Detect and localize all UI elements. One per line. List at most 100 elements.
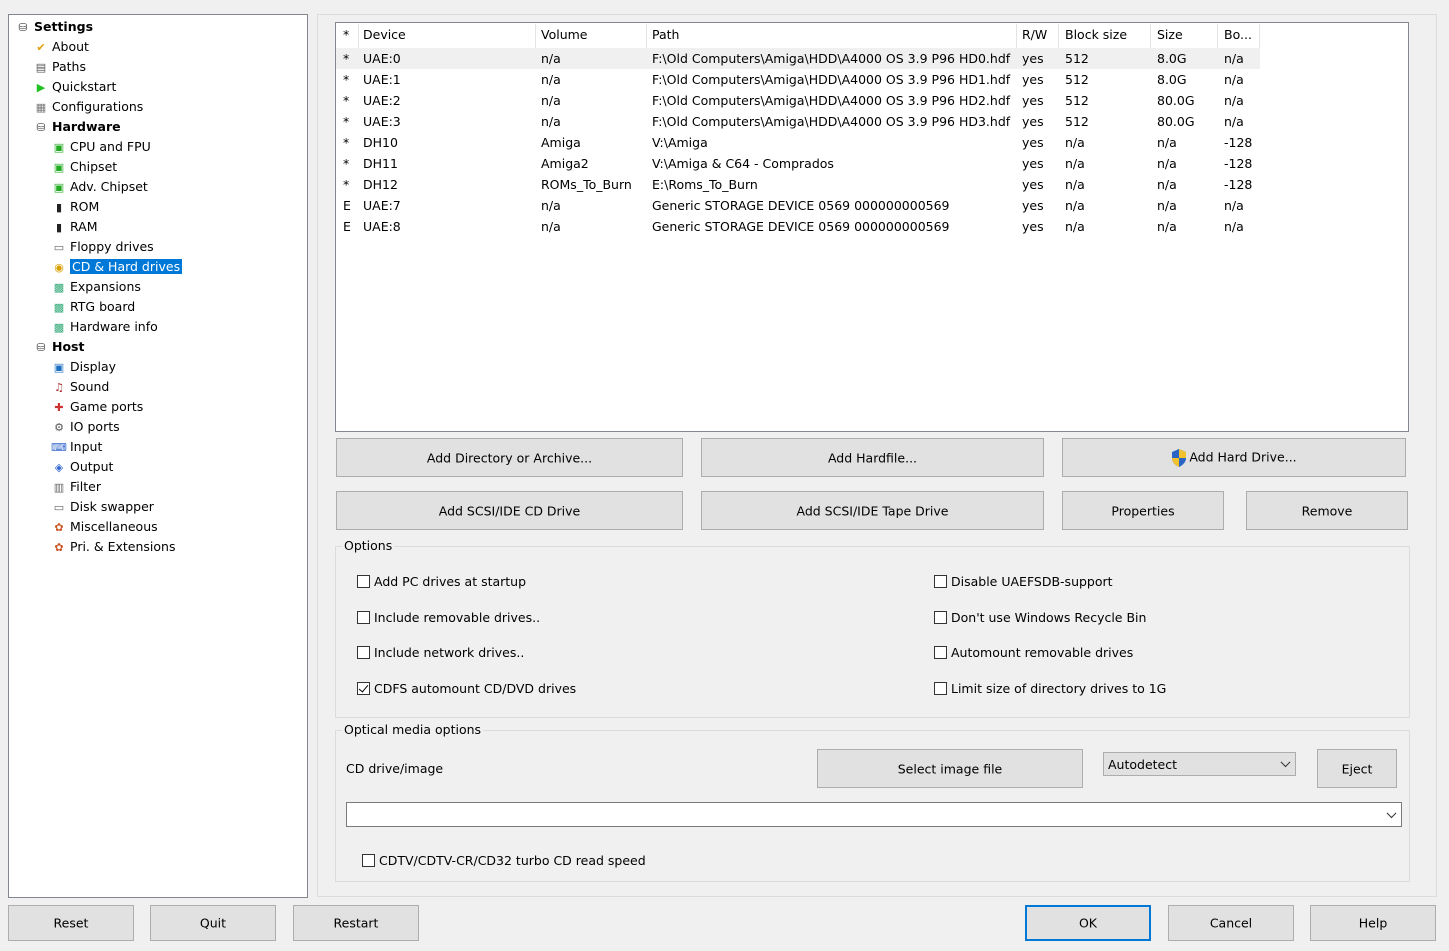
checkbox-label: Don't use Windows Recycle Bin — [951, 610, 1147, 625]
checkbox-box[interactable] — [357, 682, 370, 695]
tree-item-configurations[interactable]: ▦ Configurations — [33, 97, 144, 117]
restart-button[interactable]: Restart — [293, 905, 419, 941]
column-divider[interactable] — [1058, 24, 1059, 48]
table-row[interactable]: * UAE:1 n/a F:\Old Computers\Amiga\HDD\A400… — [336, 69, 1260, 90]
add-directory-button[interactable]: Add Directory or Archive... — [336, 438, 683, 477]
checkbox-box[interactable] — [934, 682, 947, 695]
table-row[interactable]: * DH11 Amiga2 V:\Amiga & C64 - Comprados yes… — [336, 153, 1260, 174]
column-header[interactable]: R/W — [1022, 24, 1047, 45]
properties-button[interactable]: Properties — [1062, 491, 1224, 530]
table-row[interactable]: * UAE:0 n/a F:\Old Computers\Amiga\HDD\A400… — [336, 48, 1260, 69]
tree-item-settings[interactable]: ⛁ Settings — [15, 17, 93, 37]
column-header[interactable]: Size — [1157, 24, 1183, 45]
select-image-file-button[interactable]: Select image file — [817, 749, 1083, 788]
column-header[interactable]: * — [343, 24, 349, 45]
tree-item-cd-hard-drives[interactable]: ◉ CD & Hard drives — [51, 257, 183, 277]
configurations-icon: ▦ — [35, 100, 47, 114]
tree-item-quickstart[interactable]: ▶ Quickstart — [33, 77, 117, 97]
tree-item-about[interactable]: ✔ About — [33, 37, 89, 57]
column-divider[interactable] — [1217, 24, 1218, 48]
checkbox-box[interactable] — [934, 611, 947, 624]
column-header[interactable]: Device — [363, 24, 406, 45]
option-checkbox-disable-uaefsdb-support[interactable]: Disable UAEFSDB-support — [934, 574, 1113, 590]
checkbox-box[interactable] — [357, 611, 370, 624]
option-checkbox-automount-removable-drives[interactable]: Automount removable drives — [934, 645, 1133, 661]
tree-item-floppy-drives[interactable]: ▭ Floppy drives — [51, 237, 154, 257]
table-cell: n/a — [1224, 114, 1244, 129]
checkbox-box[interactable] — [357, 575, 370, 588]
table-row[interactable]: * UAE:3 n/a F:\Old Computers\Amiga\HDD\A400… — [336, 111, 1260, 132]
add-cd-drive-button[interactable]: Add SCSI/IDE CD Drive — [336, 491, 683, 530]
column-header[interactable]: Volume — [541, 24, 588, 45]
ok-button[interactable]: OK — [1025, 905, 1151, 941]
tree-item-input[interactable]: ⌨ Input — [51, 437, 102, 457]
column-divider[interactable] — [535, 24, 536, 48]
checkbox-box[interactable] — [934, 646, 947, 659]
table-row[interactable]: E UAE:7 n/a Generic STORAGE DEVICE 0569 000… — [336, 195, 1260, 216]
add-hard-drive-button[interactable]: Add Hard Drive... — [1062, 438, 1406, 477]
tree-item-io-ports[interactable]: ⚙ IO ports — [51, 417, 120, 437]
cd-image-path-combo[interactable] — [346, 802, 1402, 827]
tree-item-cpu-and-fpu[interactable]: ▣ CPU and FPU — [51, 137, 151, 157]
remove-button[interactable]: Remove — [1246, 491, 1408, 530]
tree-item-filter[interactable]: ▥ Filter — [51, 477, 101, 497]
option-checkbox-include-network-drives-[interactable]: Include network drives.. — [357, 645, 524, 661]
tree-item-rtg-board[interactable]: ▩ RTG board — [51, 297, 135, 317]
table-cell: n/a — [541, 93, 561, 108]
cd-mode-dropdown[interactable]: Autodetect — [1103, 752, 1296, 776]
column-header[interactable]: Block size — [1065, 24, 1127, 45]
tree-item-hardware-info[interactable]: ▩ Hardware info — [51, 317, 158, 337]
tree-item-pri-extensions[interactable]: ✿ Pri. & Extensions — [51, 537, 175, 557]
table-cell: UAE:7 — [363, 198, 401, 213]
table-row[interactable]: * DH10 Amiga V:\Amiga yes n/a n/a -128 — [336, 132, 1260, 153]
checkbox-box[interactable] — [357, 646, 370, 659]
option-checkbox-include-removable-drives-[interactable]: Include removable drives.. — [357, 610, 540, 626]
settings-tree[interactable]: ⛁ Settings ✔ About ▤ Paths ▶ Quickstart ▦ Configu… — [8, 14, 308, 898]
column-divider[interactable] — [1150, 24, 1151, 48]
tree-item-rom[interactable]: ▮ ROM — [51, 197, 99, 217]
help-button[interactable]: Help — [1310, 905, 1436, 941]
quit-button[interactable]: Quit — [150, 905, 276, 941]
tree-item-miscellaneous[interactable]: ✿ Miscellaneous — [51, 517, 157, 537]
table-row[interactable]: E UAE:8 n/a Generic STORAGE DEVICE 0569 000… — [336, 216, 1260, 237]
tree-item-label: CD & Hard drives — [70, 259, 183, 274]
tree-item-game-ports[interactable]: ✚ Game ports — [51, 397, 143, 417]
reset-button[interactable]: Reset — [8, 905, 134, 941]
column-divider[interactable] — [358, 24, 359, 48]
column-divider[interactable] — [1016, 24, 1017, 48]
tree-item-adv-chipset[interactable]: ▣ Adv. Chipset — [51, 177, 148, 197]
table-cell: 80.0G — [1157, 114, 1195, 129]
tree-item-paths[interactable]: ▤ Paths — [33, 57, 86, 77]
option-checkbox-don-t-use-windows-recycle-bin[interactable]: Don't use Windows Recycle Bin — [934, 610, 1146, 626]
tree-item-expansions[interactable]: ▩ Expansions — [51, 277, 141, 297]
column-divider[interactable] — [646, 24, 647, 48]
tree-item-host[interactable]: ⛁ Host — [33, 337, 84, 357]
column-divider[interactable] — [1259, 24, 1260, 48]
option-checkbox-add-pc-drives-at-startup[interactable]: Add PC drives at startup — [357, 574, 526, 590]
eject-button[interactable]: Eject — [1317, 749, 1397, 788]
checkbox-box[interactable] — [362, 854, 375, 867]
tree-item-disk-swapper[interactable]: ▭ Disk swapper — [51, 497, 154, 517]
tree-item-label: Paths — [52, 59, 86, 74]
checkbox-box[interactable] — [934, 575, 947, 588]
tree-item-output[interactable]: ◈ Output — [51, 457, 114, 477]
drives-list[interactable]: * Device Volume Path R/W Block size Size Bo... *… — [335, 22, 1409, 432]
table-row[interactable]: * UAE:2 n/a F:\Old Computers\Amiga\HDD\A400… — [336, 90, 1260, 111]
tree-item-ram[interactable]: ▮ RAM — [51, 217, 98, 237]
option-checkbox-limit-size-of-directory-drives-to-1g[interactable]: Limit size of directory drives to 1G — [934, 681, 1166, 697]
tree-item-display[interactable]: ▣ Display — [51, 357, 116, 377]
column-header[interactable]: Bo... — [1224, 24, 1252, 45]
tree-item-label: Expansions — [70, 279, 141, 294]
tree-item-sound[interactable]: ♫ Sound — [51, 377, 109, 397]
add-tape-drive-button[interactable]: Add SCSI/IDE Tape Drive — [701, 491, 1044, 530]
turbo-cd-checkbox[interactable]: CDTV/CDTV-CR/CD32 turbo CD read speed — [362, 853, 646, 869]
option-checkbox-cdfs-automount-cd-dvd-drives[interactable]: CDFS automount CD/DVD drives — [357, 681, 576, 697]
column-header[interactable]: Path — [652, 24, 679, 45]
tree-item-label: RTG board — [70, 299, 136, 314]
add-hardfile-button[interactable]: Add Hardfile... — [701, 438, 1044, 477]
table-row[interactable]: * DH12 ROMs_To_Burn E:\Roms_To_Burn yes n/a n/… — [336, 174, 1260, 195]
tree-item-chipset[interactable]: ▣ Chipset — [51, 157, 117, 177]
tree-item-label: RAM — [70, 219, 98, 234]
cancel-button[interactable]: Cancel — [1168, 905, 1294, 941]
tree-item-hardware[interactable]: ⛁ Hardware — [33, 117, 120, 137]
